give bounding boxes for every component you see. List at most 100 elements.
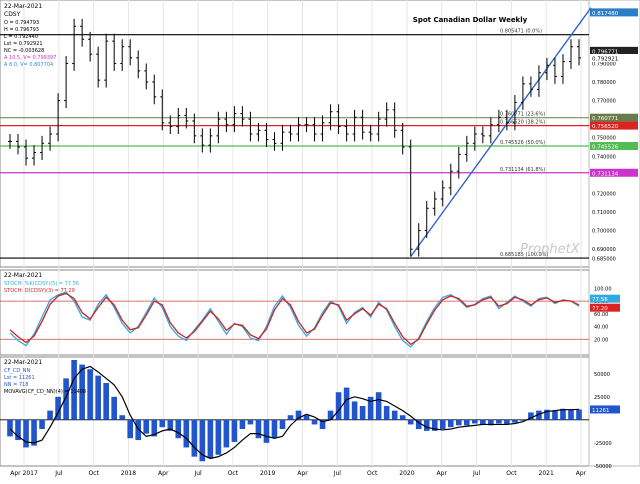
cot-bar (576, 409, 582, 420)
x-tick-label: Oct (88, 470, 99, 477)
price-y-tick-label: 0.770000 (592, 99, 616, 105)
price-header-line: H = 0.796793 (4, 27, 39, 33)
cot-bar (287, 415, 294, 420)
price-y-tick-label: 0.720000 (592, 191, 616, 197)
cot-bar (423, 419, 430, 431)
x-tick-label: 2020 (399, 470, 414, 477)
cot-bar (255, 419, 262, 439)
cot-header-line: CF_CD_NN (4, 368, 30, 374)
cot-bar (143, 419, 150, 434)
price-header-line: Lst = 0.792921 (4, 41, 43, 47)
cot-bar (223, 419, 230, 448)
cot-bar (7, 419, 13, 437)
price-right-label: 0.731134 (592, 171, 619, 177)
price-header-line: O = 0.794793 (4, 20, 39, 26)
stoch-header-date: 22-Mar-2021 (4, 272, 42, 279)
cot-bar (512, 419, 518, 423)
stoch-y-tick-label: 60.00 (594, 312, 608, 318)
cot-bar (463, 419, 470, 426)
stoch-right-label: 77.20 (592, 306, 608, 312)
price-right-label: 0.760771 (592, 116, 618, 122)
stoch-y-tick-label: 100.00 (594, 286, 612, 292)
cot-bar (239, 419, 246, 430)
cot-bar (231, 419, 238, 442)
cot-bar (480, 419, 486, 425)
cot-bar (335, 392, 342, 420)
x-tick-label: Apr (297, 470, 308, 477)
x-tick-label: Oct (228, 470, 239, 477)
stoch-header-d: STOCH: D(CDSY)(3) = 77.20 (4, 288, 75, 294)
cot-bar (271, 419, 278, 439)
cot-header-line: NN = 718 (4, 382, 28, 388)
x-tick-label: Apr (576, 470, 587, 477)
price-y-tick-label: 0.750000 (592, 136, 616, 142)
cot-bar (375, 392, 382, 420)
cot-bar (496, 419, 502, 424)
cot-bar (311, 419, 318, 425)
price-right-label: 0.756520 (592, 124, 619, 130)
cot-bar (399, 415, 406, 420)
fib-level-label: 0.805471 (0.0%) (500, 29, 542, 35)
price-header-symbol: CDSY (4, 11, 21, 18)
cot-bar (63, 378, 69, 420)
x-tick-label: Jul (472, 470, 481, 477)
cot-bar (23, 419, 29, 448)
price-right-label: 0.817480 (592, 11, 619, 17)
chart-container: 0.805471 (0.0%) 0.760771 (23.6%) 0.756520 … (0, 0, 640, 480)
price-header-line: L = 0.792440 (4, 34, 38, 40)
price-y-tick-label: 0.685000 (592, 256, 616, 262)
cot-bar (127, 419, 134, 439)
price-header-date: 22-Mar-2021 (4, 3, 42, 10)
cot-bar (159, 419, 166, 428)
cot-header-line: Lst = 11261 (4, 375, 35, 381)
x-tick-label: Jul (54, 470, 63, 477)
price-right-label: 0.792921 (592, 57, 618, 63)
cot-bar (439, 419, 446, 430)
cot-bar (391, 410, 398, 420)
cot-bar (343, 387, 350, 420)
cot-bar (263, 419, 270, 443)
chart-svg: 0.805471 (0.0%)0.760771 (23.6%)0.756520 … (0, 0, 640, 477)
cot-bar (552, 410, 558, 420)
cot-bar (359, 406, 366, 420)
cot-bar (95, 375, 101, 420)
price-header-line: A 8.0, V= 0.807704 (4, 62, 53, 68)
cot-bar (472, 419, 478, 424)
cot-bar (207, 419, 214, 459)
cot-right-label: 11261 (592, 408, 610, 414)
cot-bar (303, 415, 310, 420)
cot-bar (191, 419, 198, 457)
fib-level-label: 0.731134 (61.8%) (500, 167, 545, 173)
x-tick-label: Jul (333, 470, 342, 477)
x-tick-label: 2018 (121, 470, 136, 477)
price-y-tick-label: 0.690000 (592, 247, 616, 253)
x-tick-label: Apr (437, 470, 448, 477)
cot-bar (568, 409, 574, 420)
cot-bar (455, 419, 462, 426)
cot-bar (183, 419, 190, 448)
cot-bar (135, 419, 142, 441)
cot-bar (215, 419, 222, 455)
cot-bar (119, 415, 126, 420)
stoch-header-k: STOCH: %K(CDSY)(5) = 77.56 (4, 281, 79, 287)
cot-y-tick-label: 25000 (594, 395, 610, 401)
cot-bar (87, 369, 93, 420)
price-y-tick-label: 0.780000 (592, 80, 616, 86)
x-tick-label: Apr (158, 470, 169, 477)
cot-bar (39, 419, 45, 430)
cot-y-tick-label: -50000 (594, 464, 612, 470)
cot-y-tick-label: -25000 (594, 441, 612, 447)
x-tick-label: Oct (367, 470, 378, 477)
cot-bar (351, 401, 358, 420)
cot-bar (407, 419, 414, 425)
price-header-line: A 10.5, V= 0.799397 (4, 55, 56, 61)
cot-bar (247, 419, 254, 425)
price-y-tick-label: 0.700000 (592, 229, 616, 235)
cot-header-line: MOVAVG(CF_CD_NN)(4) = 11408 (4, 389, 86, 395)
stoch-y-tick-label: 20.00 (594, 337, 608, 343)
cot-bar (47, 410, 53, 420)
cot-bar (279, 419, 286, 430)
price-y-tick-label: 0.740000 (592, 154, 616, 160)
cot-bar (383, 406, 390, 420)
watermark: ProphetX (520, 242, 581, 257)
